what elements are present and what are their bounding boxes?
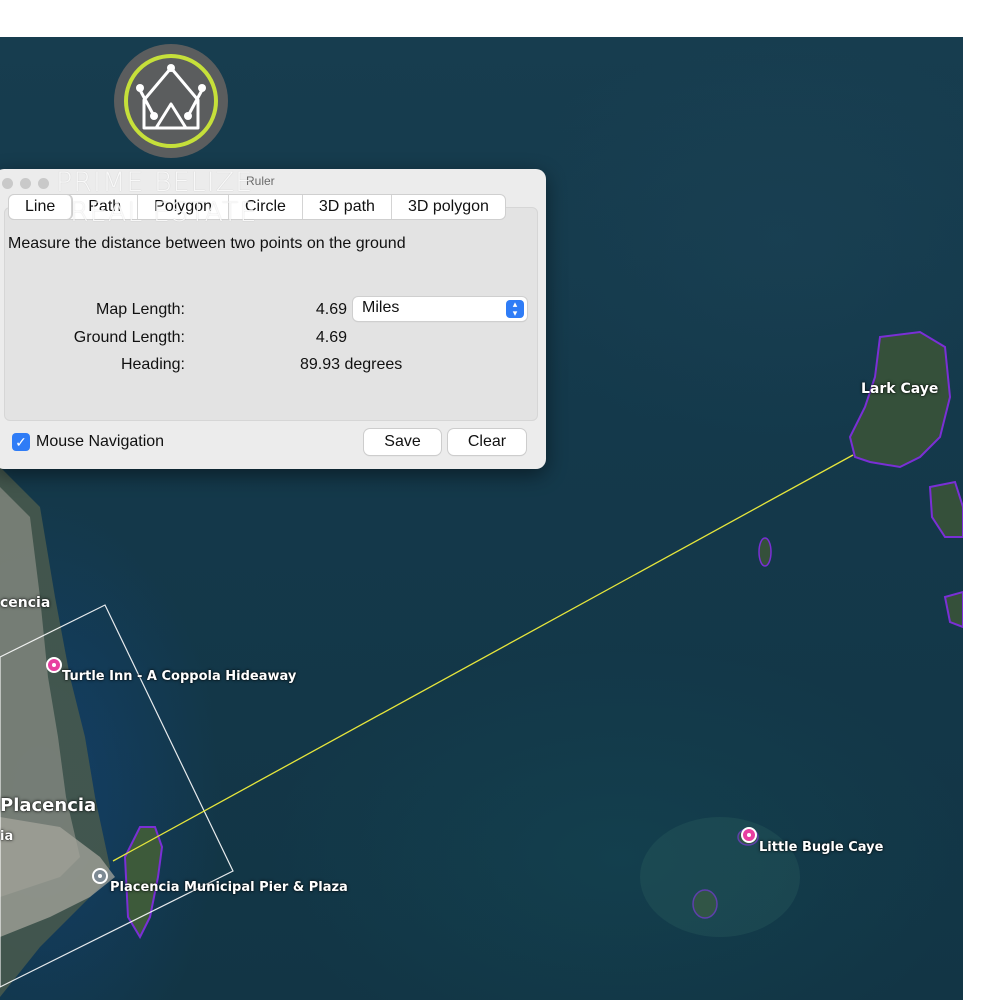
hotel-pin-icon[interactable] [741,827,757,843]
lark-caye-island [848,330,952,469]
unit-select[interactable]: Miles ▴ ▾ [353,297,527,321]
brand-line-2: REAL ESTATE [70,197,258,228]
map-length-label: Map Length: [96,301,185,318]
map-label-municipal-pier[interactable]: Placencia Municipal Pier & Plaza [110,880,348,895]
tab-3d-polygon[interactable]: 3D polygon [392,195,505,219]
map-label-placencia: Placencia [0,795,97,816]
hotel-pin-icon[interactable] [46,657,62,673]
chevron-updown-icon: ▴ ▾ [506,300,524,318]
window-close-icon[interactable] [2,178,13,189]
house-network-icon [136,64,206,130]
mouse-navigation-checkbox[interactable]: ✓ [12,433,30,451]
brand-logo [114,44,228,158]
brand-wordmark: PRIME BELIZE REAL ESTATE [56,168,296,228]
ground-length-label: Ground Length: [73,329,185,346]
east-island-2 [943,590,963,629]
map-label-turtle-inn[interactable]: Turtle Inn - A Coppola Hideaway [62,669,296,684]
clear-button[interactable]: Clear [448,429,526,455]
ground-length-value: 4.69 [315,329,347,346]
heading-value: 89.93 degrees [300,356,403,373]
landmark-pin-icon[interactable] [92,868,108,884]
tab-3d-path[interactable]: 3D path [303,195,392,219]
map-label-placencia-partial: cencia [0,595,51,611]
map-label-lark-caye: Lark Caye [861,381,939,397]
ruler-description: Measure the distance between two points … [8,235,406,252]
map-label-placencia-edge: ia [0,829,14,844]
mouse-navigation-label[interactable]: Mouse Navigation [36,433,164,451]
window-minimize-icon[interactable] [20,178,31,189]
unit-select-value: Miles [362,299,400,316]
window-zoom-icon[interactable] [38,178,49,189]
brand-line-1: PRIME BELIZE [56,167,254,198]
map-length-value: 4.69 [315,301,347,318]
east-island [928,480,963,538]
save-button[interactable]: Save [364,429,441,455]
map-label-little-bugle-caye[interactable]: Little Bugle Caye [759,840,883,855]
heading-label: Heading: [120,356,185,373]
measure-line [112,454,854,862]
reef-shallows [640,817,800,937]
small-caye [758,537,772,567]
